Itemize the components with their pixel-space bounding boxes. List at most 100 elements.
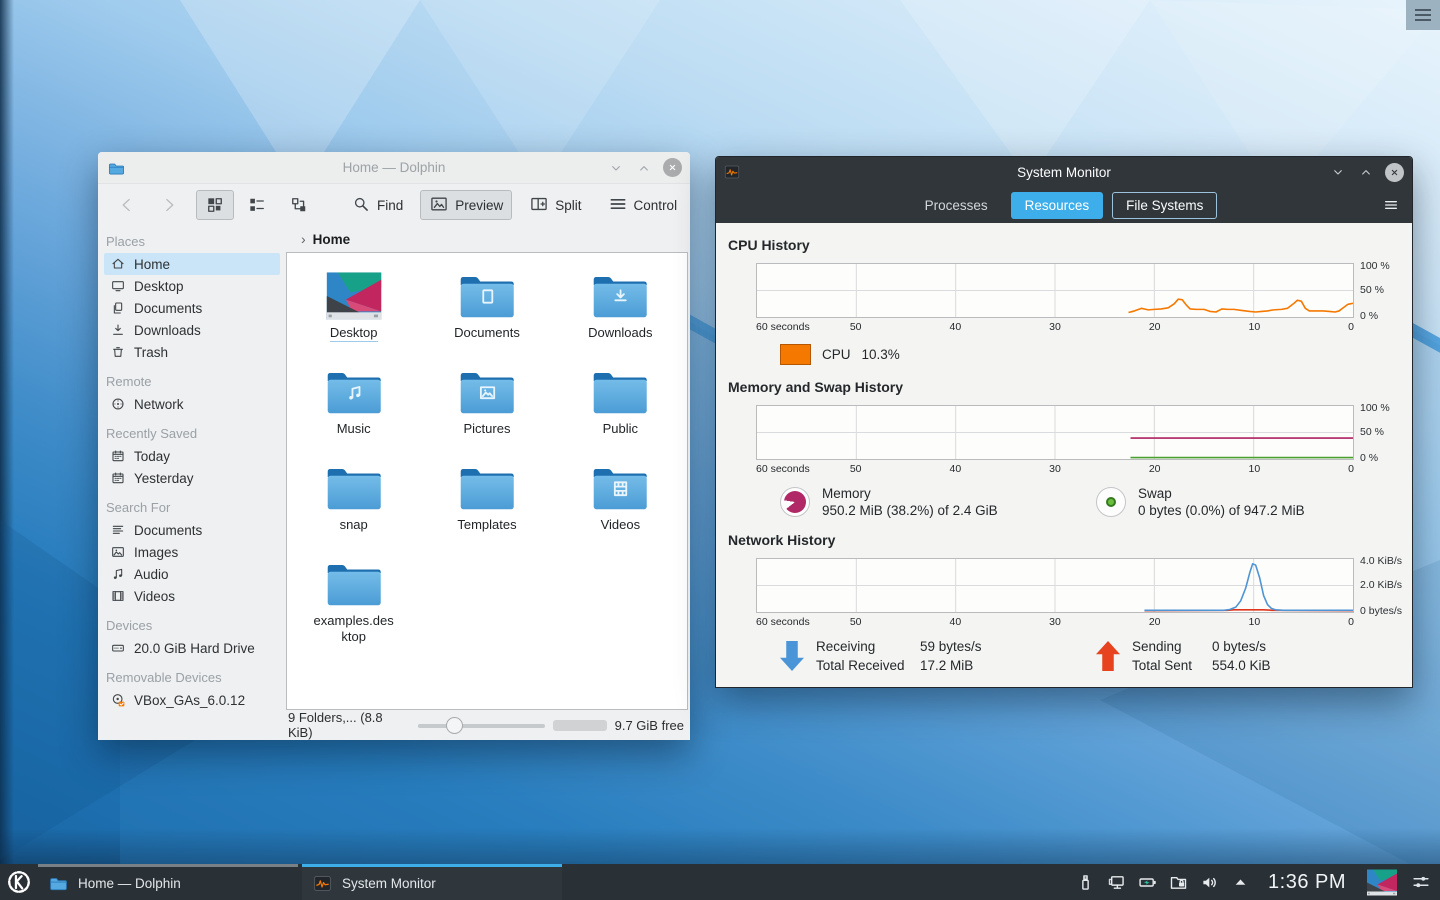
x-tick-label: 50 (850, 616, 862, 628)
maximize-button[interactable] (635, 159, 653, 177)
memory-swap-legend: Memory 950.2 MiB (38.2%) of 2.4 GiB Swap… (780, 486, 1412, 518)
tab-processes[interactable]: Processes (911, 192, 1002, 219)
x-tick-label: 60 seconds (756, 321, 810, 333)
sidebar-item-downloads[interactable]: Downloads (104, 319, 280, 341)
doc-lines-icon (110, 522, 126, 538)
details-view-button[interactable] (238, 190, 276, 220)
control-button[interactable]: Control (599, 190, 687, 220)
music-note-icon (110, 566, 126, 582)
forward-button[interactable] (150, 190, 188, 220)
file-item-pictures[interactable]: Pictures (420, 363, 553, 459)
tray-display-net-icon[interactable] (1105, 871, 1127, 893)
sidebar-item-documents[interactable]: Documents (104, 519, 280, 541)
tray-volume-icon[interactable] (1198, 871, 1220, 893)
taskbar-task-home-dolphin[interactable]: Home — Dolphin (38, 864, 298, 900)
tree-view-button[interactable] (280, 190, 318, 220)
sidebar-item-desktop[interactable]: Desktop (104, 275, 280, 297)
dolphin-titlebar[interactable]: Home — Dolphin (98, 152, 690, 184)
chevron-right-icon (159, 195, 179, 215)
triangle-up-icon (1230, 872, 1251, 893)
find-label: Find (377, 198, 403, 213)
back-button[interactable] (108, 190, 146, 220)
file-item-music[interactable]: Music (287, 363, 420, 459)
tray-usb-icon[interactable] (1074, 871, 1096, 893)
maximize-button[interactable] (1357, 163, 1375, 181)
file-item-downloads[interactable]: Downloads (554, 267, 687, 363)
file-label: Downloads (588, 325, 652, 341)
minimize-button[interactable] (1329, 163, 1347, 181)
tab-resources[interactable]: Resources (1011, 192, 1104, 219)
sidebar-item-vbox-gas-6-0-12[interactable]: VBox_GAs_6.0.12 (104, 689, 280, 711)
file-label: Templates (457, 517, 516, 533)
file-item-videos[interactable]: Videos (554, 459, 687, 555)
sidebar-item-audio[interactable]: Audio (104, 563, 280, 585)
chart-network-history: 4.0 KiB/s2.0 KiB/s0 bytes/s (756, 558, 1354, 613)
file-item-documents[interactable]: Documents (420, 267, 553, 363)
sidebar-item-network[interactable]: Network (104, 393, 280, 415)
file-label: Desktop (330, 325, 378, 342)
x-tick-label: 50 (850, 463, 862, 475)
application-launcher-button[interactable] (0, 864, 38, 900)
tray-battery-icon[interactable] (1136, 871, 1158, 893)
trash-icon (110, 344, 126, 360)
sidebar-item-videos[interactable]: Videos (104, 585, 280, 607)
panel-settings-icon[interactable] (1410, 871, 1432, 893)
breadcrumb-home[interactable]: Home (313, 232, 351, 247)
desktop-wallpaper-thumbnail-icon (1365, 869, 1399, 896)
breadcrumb-chevron-icon: › (301, 231, 306, 247)
sidebar-item-today[interactable]: Today (104, 445, 280, 467)
close-button[interactable] (663, 158, 682, 177)
file-item-public[interactable]: Public (554, 363, 687, 459)
zoom-slider[interactable] (418, 716, 545, 734)
folder-view[interactable]: Desktop Documents Downloads MusicPicturesPu… (286, 252, 688, 710)
hamburger-icon (608, 194, 628, 214)
tray-vault-icon[interactable] (1167, 871, 1189, 893)
close-button[interactable] (1385, 163, 1404, 182)
sidebar-item-images[interactable]: Images (104, 541, 280, 563)
total-sent-label: Total Sent (1132, 658, 1212, 673)
chevron-up-icon (1358, 164, 1374, 180)
file-item-desktop[interactable]: Desktop (287, 267, 420, 363)
x-tick-label: 60 seconds (756, 463, 810, 475)
sysmon-titlebar[interactable]: System Monitor (716, 157, 1412, 187)
folder-down-icon (591, 271, 649, 321)
x-tick-label: 40 (949, 463, 961, 475)
file-label: Documents (454, 325, 520, 341)
breadcrumb[interactable]: › Home (286, 226, 690, 252)
dolphin-window: Home — Dolphin Find Preview Split Contro… (98, 152, 690, 740)
chart-cpu-history: 100 %50 %0 % (756, 263, 1354, 318)
minimize-button[interactable] (607, 159, 625, 177)
display-net-icon (1106, 872, 1127, 893)
menu-button[interactable] (1383, 197, 1399, 213)
sidebar-item-label: Desktop (134, 279, 184, 294)
taskbar-task-system-monitor[interactable]: System Monitor (302, 864, 562, 900)
vault-icon (1168, 872, 1189, 893)
file-item-examples-desktop[interactable]: examples.desktop (287, 555, 420, 651)
find-button[interactable]: Find (342, 190, 412, 220)
sidebar-item-label: Downloads (134, 323, 201, 338)
sidebar-section-places: Places (106, 234, 280, 249)
tab-file-systems[interactable]: File Systems (1112, 192, 1217, 219)
memory-legend: Memory 950.2 MiB (38.2%) of 2.4 GiB (780, 486, 1096, 518)
sidebar-item-label: Documents (134, 301, 202, 316)
sidebar-item-home[interactable]: Home (104, 253, 280, 275)
y-tick-label: 100 % (1360, 402, 1422, 414)
file-item-templates[interactable]: Templates (420, 459, 553, 555)
y-tick-label: 100 % (1360, 260, 1422, 272)
sidebar-item-label: Today (134, 449, 170, 464)
desktop-toolbox-button[interactable] (1406, 0, 1440, 30)
preview-button[interactable]: Preview (420, 190, 512, 220)
sidebar-item-documents[interactable]: Documents (104, 297, 280, 319)
control-label: Control (634, 198, 678, 213)
split-button[interactable]: Split (520, 190, 590, 220)
kde-icon (6, 869, 32, 895)
desktop-pager-thumbnail[interactable] (1365, 869, 1399, 896)
sidebar-item-trash[interactable]: Trash (104, 341, 280, 363)
icons-view-button[interactable] (196, 190, 234, 220)
sidebar-item-20-0-gib-hard-drive[interactable]: 20.0 GiB Hard Drive (104, 637, 280, 659)
zoom-slider-handle[interactable] (446, 717, 463, 734)
tray-triangle-up-icon[interactable] (1229, 871, 1251, 893)
sidebar-item-yesterday[interactable]: Yesterday (104, 467, 280, 489)
file-item-snap[interactable]: snap (287, 459, 420, 555)
clock[interactable]: 1:36 PM (1260, 871, 1356, 894)
